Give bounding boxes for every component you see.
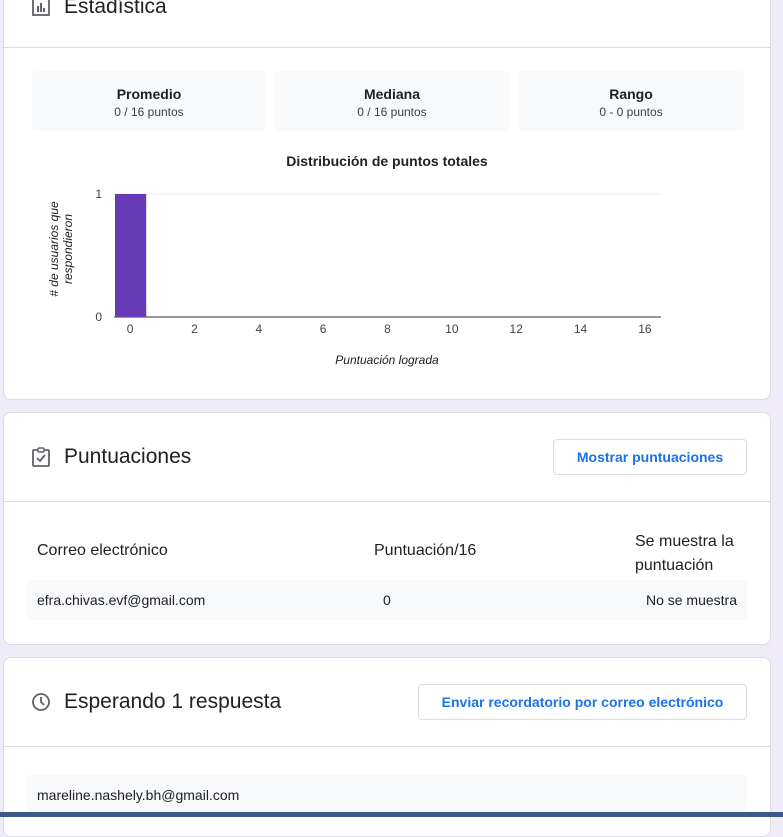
- show-scores-button[interactable]: Mostrar puntuaciones: [553, 439, 747, 475]
- score-column-header: Puntuación/16: [374, 542, 477, 559]
- statistics-title: Estadística: [64, 0, 167, 18]
- pending-title: Esperando 1 respuesta: [64, 690, 282, 713]
- respondent-email: efra.chivas.evf@gmail.com: [37, 592, 206, 608]
- x-tick-label: 10: [445, 322, 459, 336]
- average-label: Promedio: [116, 86, 182, 102]
- list-item: mareline.nashely.bh@gmail.com: [27, 775, 747, 815]
- divider: [4, 746, 770, 747]
- clock-icon: [30, 691, 52, 713]
- average-box: Promedio 0 / 16 puntos: [32, 71, 266, 131]
- statistics-card: Estadística Promedio 0 / 16 puntos Media…: [3, 0, 771, 400]
- assignment-check-icon: [30, 446, 52, 468]
- x-tick-label: 2: [191, 322, 198, 336]
- y-axis-label-line-2: respondieron: [61, 214, 75, 284]
- range-value: 0 - 0 puntos: [599, 105, 663, 119]
- pending-responses-card: Esperando 1 respuesta Enviar recordatori…: [3, 657, 771, 837]
- score-visibility: No se muestra: [645, 592, 737, 608]
- y-tick-label: 0: [95, 310, 102, 324]
- visibility-header-line-1: Se muestra la: [635, 533, 734, 550]
- x-tick-label: 8: [384, 322, 391, 336]
- bar-0[interactable]: [115, 194, 147, 317]
- score-distribution-chart: Distribución de puntos totales 0 2 4 6 8 10 12…: [47, 153, 661, 367]
- respondent-score: 0: [383, 592, 391, 608]
- x-tick-label: 4: [255, 322, 262, 336]
- x-tick-label: 14: [574, 322, 588, 336]
- pending-email: mareline.nashely.bh@gmail.com: [37, 787, 240, 803]
- visibility-column-header: Se muestra la puntuación: [635, 530, 734, 578]
- x-tick-label: 0: [127, 322, 134, 336]
- statistics-header: Estadística: [30, 0, 770, 19]
- range-box: Rango 0 - 0 puntos: [518, 71, 744, 131]
- y-axis-label-line-1: # de usuarios que: [47, 201, 61, 297]
- median-label: Mediana: [363, 86, 420, 102]
- divider: [4, 501, 770, 502]
- chart-title: Distribución de puntos totales: [286, 153, 488, 169]
- median-value: 0 / 16 puntos: [357, 105, 427, 119]
- x-tick-label: 16: [638, 322, 652, 336]
- table-row: efra.chivas.evf@gmail.com 0 No se muestr…: [27, 580, 747, 620]
- email-column-header: Correo electrónico: [37, 542, 168, 559]
- x-tick-label: 12: [510, 322, 524, 336]
- y-tick-label: 1: [95, 187, 102, 201]
- bar-chart-icon: [30, 0, 52, 18]
- taskbar-strip: [0, 812, 783, 817]
- x-tick-label: 6: [320, 322, 327, 336]
- scores-title: Puntuaciones: [64, 445, 192, 468]
- average-value: 0 / 16 puntos: [114, 105, 184, 119]
- median-box: Mediana 0 / 16 puntos: [275, 71, 509, 131]
- divider: [4, 47, 770, 48]
- scores-card: Puntuaciones Mostrar puntuaciones Correo…: [3, 412, 771, 645]
- x-axis-label: Puntuación lograda: [335, 353, 439, 367]
- range-label: Rango: [609, 86, 653, 102]
- visibility-header-line-2: puntuación: [635, 557, 714, 574]
- send-reminder-button[interactable]: Enviar recordatorio por correo electróni…: [418, 684, 747, 720]
